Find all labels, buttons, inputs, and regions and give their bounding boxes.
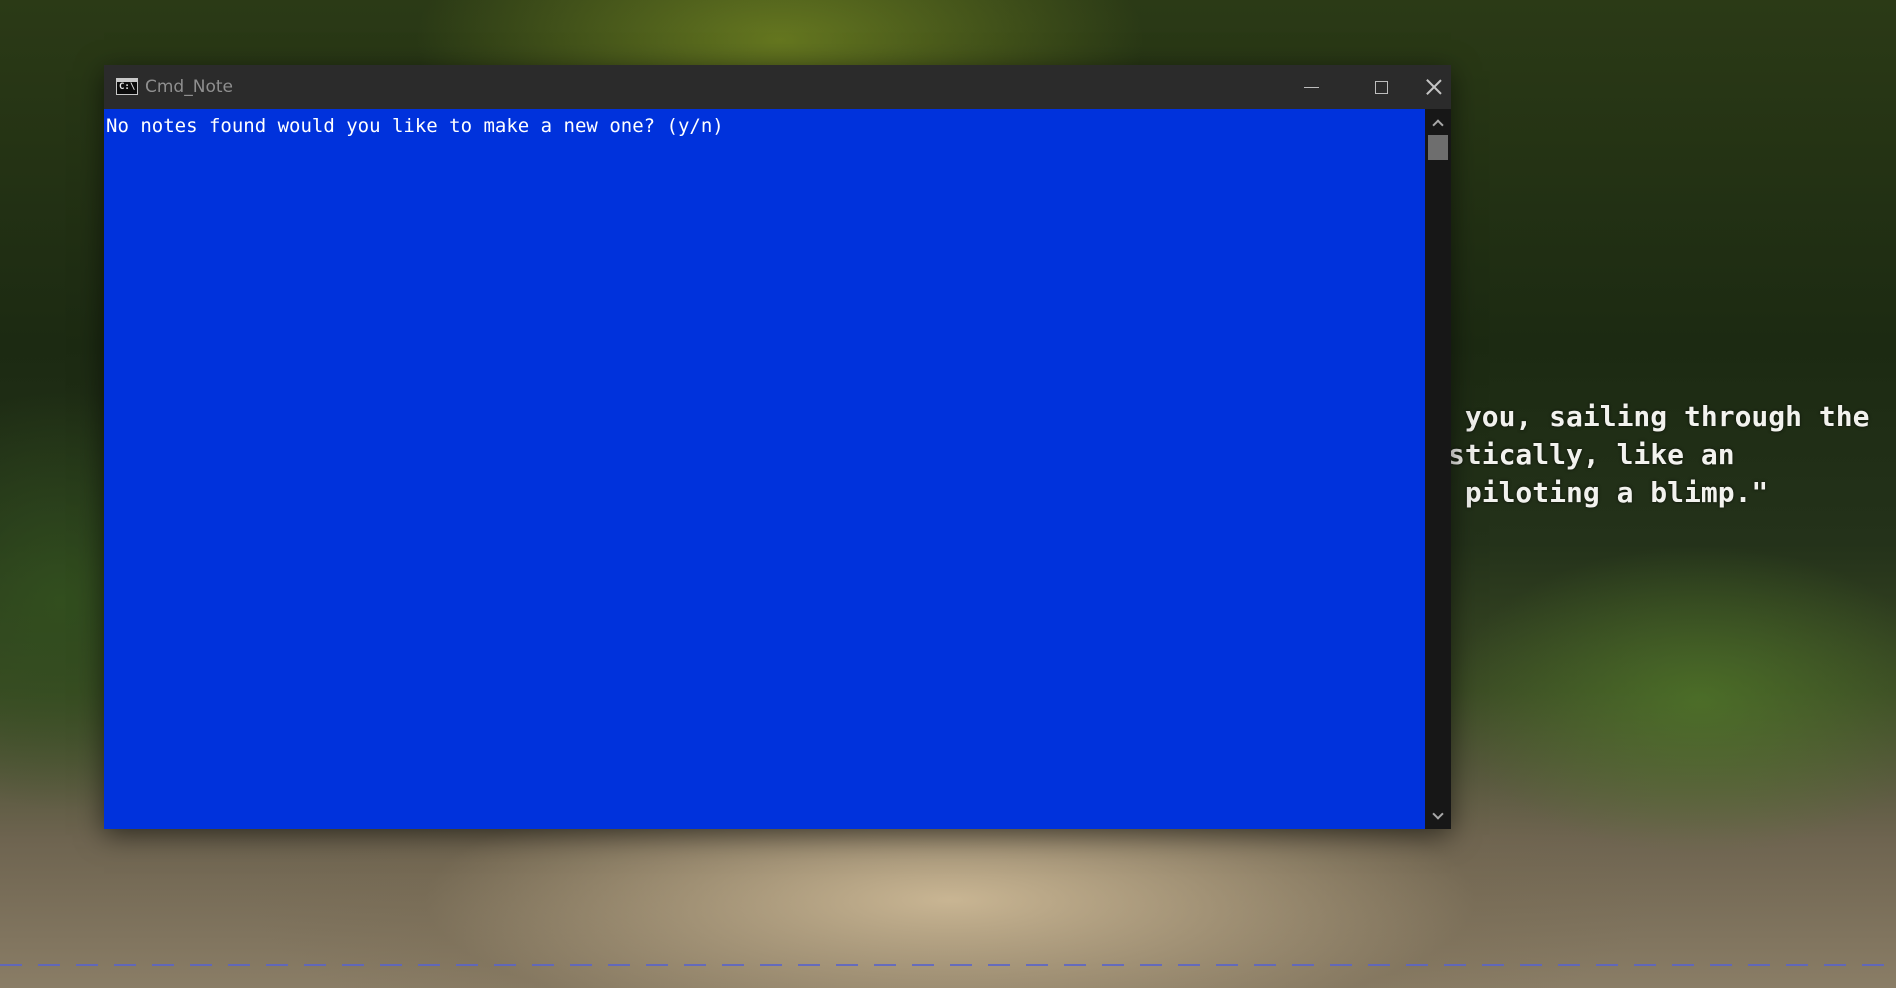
title-bar[interactable]: C:\ Cmd_Note: [104, 65, 1451, 109]
wallpaper-quote-line: piloting a blimp.": [1448, 476, 1769, 509]
scroll-up-button[interactable]: [1425, 111, 1451, 133]
console-prompt-line: No notes found would you like to make a …: [106, 115, 724, 137]
chevron-up-icon: [1432, 118, 1444, 131]
icon-prompt-text: C:\: [119, 82, 136, 92]
scroll-down-button[interactable]: [1425, 805, 1451, 827]
maximize-icon: [1374, 80, 1388, 94]
console-window[interactable]: C:\ Cmd_Note No notes found would you li…: [104, 65, 1451, 829]
desktop-wallpaper: you, sailing through the stically, like a…: [0, 0, 1896, 988]
console-output-area[interactable]: No notes found would you like to make a …: [104, 109, 1425, 829]
chevron-down-icon: [1432, 807, 1444, 820]
close-icon: [1425, 78, 1443, 96]
wallpaper-quote-line: stically, like an: [1448, 438, 1735, 471]
vertical-scrollbar[interactable]: [1425, 109, 1451, 829]
close-button[interactable]: [1416, 65, 1451, 109]
window-title: Cmd_Note: [145, 77, 233, 97]
wallpaper-quote-line: you, sailing through the: [1448, 400, 1870, 433]
command-prompt-icon: C:\: [116, 78, 138, 95]
minimize-icon: [1303, 86, 1319, 88]
minimize-button[interactable]: [1276, 65, 1346, 109]
wallpaper-dashed-line: [0, 964, 1896, 966]
wallpaper-quote: you, sailing through the stically, like a…: [1448, 398, 1896, 512]
scrollbar-thumb[interactable]: [1428, 135, 1448, 160]
maximize-button[interactable]: [1346, 65, 1416, 109]
